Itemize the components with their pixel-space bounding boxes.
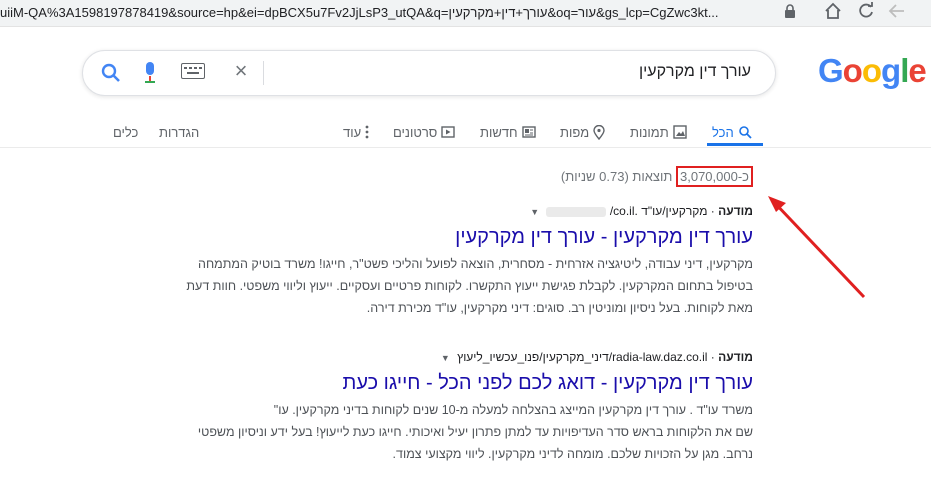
result-url: radia-law.daz.co.il/דיני_מקרקעין/פנו_עכש… (457, 350, 708, 364)
active-tab-indicator (707, 143, 763, 146)
logo-letter: e (908, 52, 926, 89)
ad-label: מודעה (718, 350, 753, 364)
result-snippet: מקרקעין, דיני עבודה, ליטיגציה אזרחית - מ… (153, 253, 753, 319)
result-title[interactable]: עורך דין מקרקעין - עורך דין מקרקעין (153, 226, 753, 249)
snippet-line: מאת לקוחות. בעל ניסיון ומוניטין רב. סוגי… (366, 301, 753, 315)
logo-letter: o (861, 52, 882, 89)
tab-label: מפות (560, 124, 590, 140)
search-result: מודעה · radia-law.daz.co.il/דיני_מקרקעין… (153, 350, 753, 465)
tab-all[interactable]: הכל (712, 122, 752, 142)
logo-letter: g (881, 52, 901, 89)
reload-icon[interactable] (855, 2, 877, 24)
snippet-line: שם את הלקוחות בראש סדר העדיפויות עד למתן… (197, 425, 753, 439)
tab-label: הכל (712, 124, 734, 140)
mic-icon[interactable] (143, 62, 157, 84)
search-icon[interactable] (101, 63, 121, 83)
snippet-line: בטיפול בתחום המקרקעין. לקבלת פגישת ייעוץ… (186, 279, 753, 293)
google-logo[interactable]: Google (818, 52, 927, 90)
address-url[interactable]: uiiM-QA%3A1598197878419&source=hp&ei=dpB… (0, 4, 780, 22)
tab-label: סרטונים (393, 124, 438, 140)
result-domain: .co.il/ (609, 204, 638, 218)
search-icon (738, 126, 752, 139)
tabs-divider (0, 147, 931, 148)
result-cite[interactable]: מודעה · מקרקעין/עו"ד .co.il/ ▼ (153, 204, 753, 218)
tab-maps[interactable]: מפות (560, 122, 605, 142)
tab-settings[interactable]: הגדרות (159, 122, 199, 142)
play-icon (441, 126, 456, 138)
back-icon[interactable] (886, 2, 908, 24)
result-count: 3,070,000 (680, 169, 738, 184)
cite-separator: · (707, 204, 715, 218)
map-pin-icon (593, 124, 605, 140)
snippet-line: נרחב. מגן על הזכויות שלכם. מומחה לדיני מ… (392, 447, 753, 461)
browser-address-bar[interactable]: uiiM-QA%3A1598197878419&source=hp&ei=dpB… (0, 0, 931, 27)
snippet-line: מקרקעין, דיני עבודה, ליטיגציה אזרחית - מ… (198, 257, 753, 271)
tab-tools[interactable]: כלים (113, 122, 138, 142)
tab-label: תמונות (630, 124, 669, 140)
redacted-area (546, 206, 607, 217)
result-cite[interactable]: מודעה · radia-law.daz.co.il/דיני_מקרקעין… (153, 350, 753, 364)
result-url: מקרקעין/עו"ד (641, 204, 708, 218)
search-tabs: הכל תמונות מפות חדשות סרטונים עוד הגדרות… (0, 116, 931, 144)
tab-videos[interactable]: סרטונים (393, 122, 456, 142)
news-icon (521, 126, 536, 138)
ad-label: מודעה (718, 204, 753, 218)
search-divider (263, 61, 264, 85)
result-count-prefix: כ- (737, 169, 749, 184)
image-icon (673, 125, 687, 139)
home-icon[interactable] (822, 2, 844, 24)
result-stats: כ-3,070,000 תוצאות (0.73 שניות) (561, 166, 753, 187)
snippet-line: משרד עו"ד . עורך דין מקרקעין המייצג בהצל… (273, 403, 753, 417)
chevron-down-icon[interactable]: ▼ (530, 207, 539, 217)
tab-images[interactable]: תמונות (630, 122, 687, 142)
logo-letter: G (818, 52, 844, 89)
tab-more[interactable]: עוד (343, 122, 369, 142)
result-snippet: משרד עו"ד . עורך דין מקרקעין המייצג בהצל… (153, 399, 753, 465)
lock-icon (784, 4, 802, 22)
result-title[interactable]: עורך דין מקרקעין - דואג לכם לפני הכל - ח… (153, 372, 753, 395)
cite-separator: · (707, 350, 715, 364)
close-icon[interactable]: × (229, 59, 253, 83)
result-stats-suffix: תוצאות (0.73 שניות) (560, 169, 673, 184)
search-box[interactable]: עורך דין מקרקעין × (82, 50, 776, 96)
tab-label: עוד (343, 124, 362, 140)
search-result: מודעה · מקרקעין/עו"ד .co.il/ ▼ עורך דין … (153, 204, 753, 319)
search-input[interactable]: עורך דין מקרקעין (639, 63, 751, 81)
result-count-highlight: כ-3,070,000 (676, 166, 753, 187)
tab-label: חדשות (480, 124, 518, 140)
tab-news[interactable]: חדשות (480, 122, 536, 142)
chevron-down-icon[interactable]: ▼ (441, 353, 450, 363)
more-vert-icon (365, 125, 369, 139)
keyboard-icon[interactable] (181, 63, 205, 79)
logo-letter: o (842, 52, 863, 89)
